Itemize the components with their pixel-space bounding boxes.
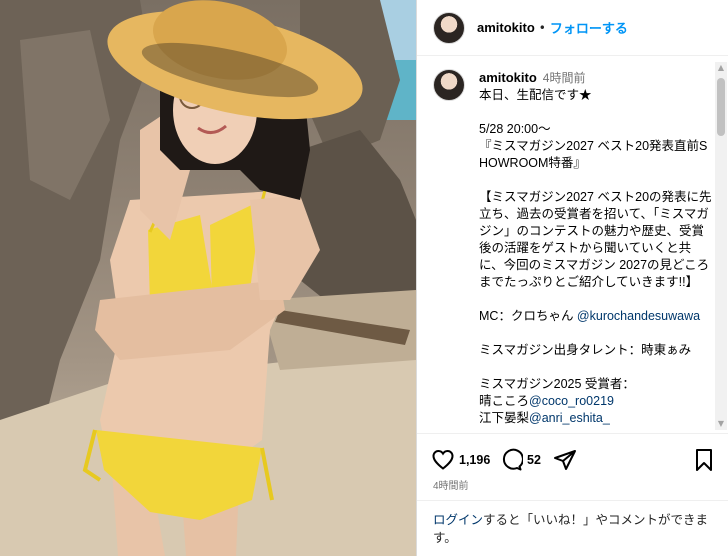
bookmark-icon — [696, 449, 712, 471]
post-side-panel: amitokito • フォローする amitokito 4時間前 本日、生配信で… — [416, 0, 728, 556]
caption-line-mc: MC：クロちゃん @kurochandesuwawa — [479, 308, 713, 325]
caption-line: 本日、生配信です★ — [479, 88, 592, 102]
caption-scrollbar[interactable]: ▲ ▼ — [715, 62, 727, 430]
caption-line — [479, 104, 713, 121]
caption-meta: amitokito 4時間前 — [479, 69, 713, 87]
winner-name: 晴こころ — [479, 394, 530, 408]
caption-line — [479, 291, 713, 308]
caption-time: 4時間前 — [542, 71, 586, 85]
post-header: amitokito • フォローする — [417, 0, 728, 56]
post-timestamp: 4時間前 — [433, 481, 469, 492]
caption-body: amitokito 4時間前 本日、生配信です★ 5/28 20:00〜 『ミスマ… — [479, 69, 713, 427]
caption-line-haru: 晴こころ@coco_ro0219 — [479, 393, 713, 410]
scroll-up-icon[interactable]: ▲ — [715, 62, 727, 74]
like-count: 1,196 — [459, 453, 491, 467]
winner-name: 江下晏梨 — [479, 411, 530, 425]
comment-icon — [502, 448, 523, 471]
share-button[interactable] — [553, 448, 577, 472]
header-separator: • — [538, 20, 546, 35]
caption-area[interactable]: amitokito 4時間前 本日、生配信です★ 5/28 20:00〜 『ミスマ… — [417, 57, 728, 433]
caption-line: 『ミスマガジン2027 ベスト20発表直前SHOWROOM特番』 — [479, 139, 708, 170]
caption-username[interactable]: amitokito — [479, 70, 537, 85]
paper-plane-icon — [554, 450, 576, 470]
caption-avatar[interactable] — [433, 69, 465, 101]
post-photo[interactable] — [0, 0, 416, 556]
caption-line: 5/28 20:00〜 — [479, 122, 551, 136]
comment-button[interactable]: 52 — [499, 448, 541, 472]
scroll-down-icon[interactable]: ▼ — [715, 418, 727, 430]
mc-label: MC：クロちゃん — [479, 309, 577, 323]
caption-line: ミスマガジン2025 受賞者： — [479, 377, 635, 391]
comment-count: 52 — [527, 453, 541, 467]
mention-anri[interactable]: @anri_eshita_ — [529, 411, 610, 425]
caption-line — [479, 359, 713, 376]
login-link[interactable]: ログイン — [433, 513, 483, 527]
avatar[interactable] — [433, 11, 465, 44]
photo-illustration — [0, 0, 416, 556]
mention-coco[interactable]: @coco_ro0219 — [529, 394, 614, 408]
like-button[interactable]: 1,196 — [431, 448, 490, 472]
mention-kurochan[interactable]: @kurochandesuwawa — [577, 309, 700, 323]
scroll-thumb[interactable] — [717, 78, 725, 136]
save-button[interactable] — [693, 448, 715, 472]
login-prompt: ログインすると「いいね！」やコメントができます。 — [417, 500, 728, 556]
caption-line — [479, 172, 713, 189]
header-username[interactable]: amitokito — [477, 20, 535, 35]
caption-row: amitokito 4時間前 本日、生配信です★ 5/28 20:00〜 『ミスマ… — [417, 57, 728, 427]
heart-icon — [432, 449, 454, 470]
caption-line: 【ミスマガジン2027 ベスト20の発表に先立ち、過去の受賞者を招いて、「ミスマ… — [479, 190, 712, 289]
caption-line-eshita: 江下晏梨@anri_eshita_ — [479, 410, 713, 427]
follow-button[interactable]: フォローする — [550, 18, 628, 37]
caption-line — [479, 325, 713, 342]
caption-line: ミスマガジン出身タレント：時東ぁみ — [479, 343, 692, 357]
